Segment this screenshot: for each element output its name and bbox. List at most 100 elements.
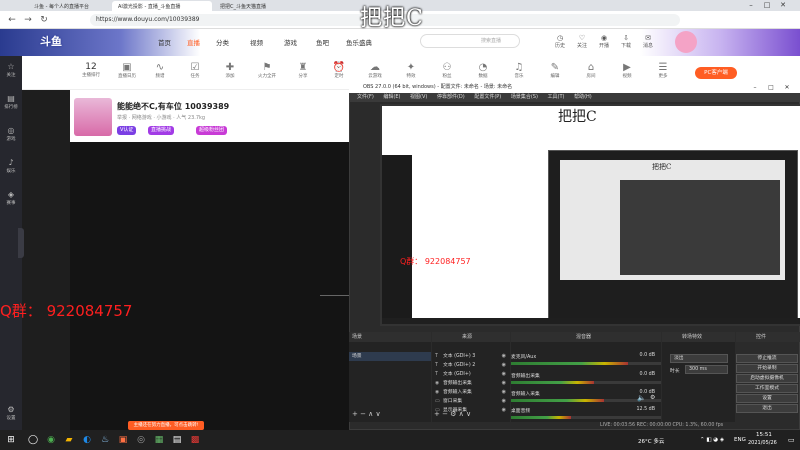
- edge-icon[interactable]: ◐: [80, 433, 94, 447]
- weather-text[interactable]: 26°C 多云: [638, 437, 664, 445]
- category-more[interactable]: ☰ 更多: [648, 62, 678, 79]
- nav-live[interactable]: 直播: [187, 37, 200, 47]
- game-taskbar-icon[interactable]: ▦: [152, 433, 166, 447]
- source-text-1[interactable]: T 文本 (GDI+) ◉: [432, 370, 510, 379]
- eye-icon[interactable]: ◉: [502, 370, 506, 379]
- category-cloud[interactable]: ☁ 云游戏: [360, 62, 390, 79]
- transition-select[interactable]: 淡出: [670, 354, 728, 363]
- obs-menu-tools[interactable]: 工具(T): [548, 94, 565, 100]
- scene-item[interactable]: 场景: [349, 352, 431, 361]
- eye-icon[interactable]: ◉: [502, 352, 506, 361]
- category-timer[interactable]: ⏰ 定时: [324, 62, 354, 79]
- clock-date[interactable]: 2021/05/26: [748, 440, 777, 446]
- stop-streaming-button[interactable]: 停止推流: [736, 354, 798, 363]
- nav-home[interactable]: 首页: [158, 37, 171, 47]
- folder-icon[interactable]: ▰: [62, 433, 76, 447]
- minimize-icon[interactable]: –: [744, 0, 758, 11]
- category-share[interactable]: ♜ 分享: [288, 62, 318, 79]
- obs-menu-docks[interactable]: 停靠部件(D): [437, 94, 465, 100]
- sidebar-item-ent[interactable]: ♪ 娱乐: [0, 158, 22, 174]
- scene-add-remove-buttons[interactable]: + − ∧ ∨: [352, 410, 381, 418]
- duration-input[interactable]: 300 ms: [685, 365, 728, 374]
- nav-game[interactable]: 游戏: [284, 37, 297, 47]
- source-audio-output[interactable]: ◉ 音频输出采集 ◉: [432, 379, 510, 388]
- source-text-3[interactable]: T 文本 (GDI+) 3 ◉: [432, 352, 510, 361]
- category-calendar[interactable]: ▣ 直播日历: [112, 62, 142, 79]
- close-icon[interactable]: ✕: [776, 0, 790, 11]
- category-video[interactable]: ▶ 视频: [612, 62, 642, 79]
- source-window-capture[interactable]: ▭ 窗口采集 ◉: [432, 397, 510, 406]
- eye-icon[interactable]: ◉: [502, 388, 506, 397]
- category-rank[interactable]: 12 主播排行: [76, 62, 106, 78]
- category-room[interactable]: ⌂ 房间: [576, 62, 606, 79]
- obs-menu-view[interactable]: 视图(V): [410, 94, 427, 100]
- nav-category[interactable]: 分类: [216, 37, 229, 47]
- nav-yule[interactable]: 鱼乐盛典: [346, 37, 372, 47]
- pc-client-button[interactable]: PC客户端: [695, 67, 737, 79]
- lang-indicator[interactable]: ENG: [734, 437, 746, 443]
- follow-icon[interactable]: ♡ 关注: [572, 34, 592, 49]
- obs-minimize-icon[interactable]: –: [748, 82, 762, 93]
- obs-close-icon[interactable]: ✕: [780, 82, 794, 93]
- douyu-logo[interactable]: 斗鱼: [40, 33, 62, 49]
- source-add-remove-buttons[interactable]: + − ⚙ ∧ ∨: [434, 410, 471, 418]
- start-recording-button[interactable]: 开始录制: [736, 364, 798, 373]
- windows-start-icon[interactable]: ⊞: [4, 433, 18, 447]
- douyu-search-input[interactable]: 搜索直播: [420, 34, 520, 48]
- sidebar-item-rank[interactable]: ▤ 排行榜: [0, 94, 22, 110]
- message-icon[interactable]: ✉ 消息: [638, 34, 658, 49]
- notification-icon[interactable]: ▭: [788, 436, 795, 444]
- download-icon[interactable]: ⇩ 下载: [616, 34, 636, 49]
- fan-club-badge[interactable]: 超级粉丝团: [196, 126, 228, 135]
- stream-player[interactable]: [70, 142, 350, 430]
- source-audio-input[interactable]: ◉ 音频输入采集 ◉: [432, 388, 510, 397]
- chrome-icon[interactable]: ◉: [44, 433, 58, 447]
- sidebar-item-settings[interactable]: ⚙ 设置: [0, 405, 22, 421]
- category-fire[interactable]: ⚑ 火力全开: [252, 62, 282, 79]
- app3-icon[interactable]: ▩: [188, 433, 202, 447]
- obs-taskbar-icon[interactable]: ◎: [134, 433, 148, 447]
- category-music[interactable]: ♫ 音乐: [504, 62, 534, 79]
- virtual-camera-button[interactable]: 启动虚拟摄像机: [736, 374, 798, 383]
- obs-menu-profile[interactable]: 配置文件(P): [474, 94, 501, 100]
- back-icon[interactable]: ←: [6, 14, 18, 26]
- nav-yuba[interactable]: 鱼吧: [316, 37, 329, 47]
- exit-button[interactable]: 退出: [736, 404, 798, 413]
- steam-icon[interactable]: ♨: [98, 433, 112, 447]
- tab-douyu-home[interactable]: 斗鱼 - 每个人的直播平台: [28, 1, 110, 11]
- forward-icon[interactable]: →: [22, 14, 34, 26]
- category-spectrum[interactable]: ∿ 频谱: [145, 62, 175, 79]
- history-icon[interactable]: ◷ 历史: [550, 34, 570, 49]
- sidebar-item-follow[interactable]: ☆ 关注: [0, 62, 22, 78]
- category-task[interactable]: ☑ 任务: [180, 62, 210, 79]
- obs-menu-scenecollection[interactable]: 场景集合(S): [511, 94, 538, 100]
- broadcast-icon[interactable]: ◉ 开播: [594, 34, 614, 49]
- reload-icon[interactable]: ↻: [38, 14, 50, 26]
- obs-maximize-icon[interactable]: □: [764, 82, 778, 93]
- sidebar-item-game[interactable]: ◎ 游戏: [0, 126, 22, 142]
- category-add[interactable]: ✚ 添加: [215, 62, 245, 79]
- streamer-avatar[interactable]: [74, 98, 112, 136]
- eye-icon[interactable]: ◉: [502, 379, 506, 388]
- speaker-icon[interactable]: 🔈: [637, 394, 646, 402]
- sidebar-item-match[interactable]: ◈ 赛事: [0, 190, 22, 206]
- studio-mode-button[interactable]: 工作室模式: [736, 384, 798, 393]
- tab-ai-projector[interactable]: AI激光投影 - 直播_斗鱼直播: [112, 1, 212, 11]
- app2-icon[interactable]: ▤: [170, 433, 184, 447]
- avatar[interactable]: [675, 31, 697, 53]
- clock-time[interactable]: 15:51: [756, 432, 772, 438]
- mixer-gear-icon[interactable]: ⚙: [650, 394, 655, 401]
- eye-icon[interactable]: ◉: [502, 406, 506, 415]
- category-edit[interactable]: ✎ 编辑: [540, 62, 570, 79]
- category-effects[interactable]: ✦ 特效: [396, 62, 426, 79]
- eye-icon[interactable]: ◉: [502, 397, 506, 406]
- obs-menu-file[interactable]: 文件(F): [357, 94, 374, 100]
- tray-icons[interactable]: ⌃ ◧ ◕ ◈: [700, 437, 724, 443]
- settings-button[interactable]: 设置: [736, 394, 798, 403]
- eye-icon[interactable]: ◉: [502, 361, 506, 370]
- sidebar-collapse-handle[interactable]: [18, 228, 24, 258]
- source-text-2[interactable]: T 文本 (GDI+) 2 ◉: [432, 361, 510, 370]
- verified-badge[interactable]: V认证: [117, 126, 137, 135]
- tab-babac[interactable]: 把把C_斗鱼天猫直播: [214, 1, 304, 11]
- app-icon[interactable]: ▣: [116, 433, 130, 447]
